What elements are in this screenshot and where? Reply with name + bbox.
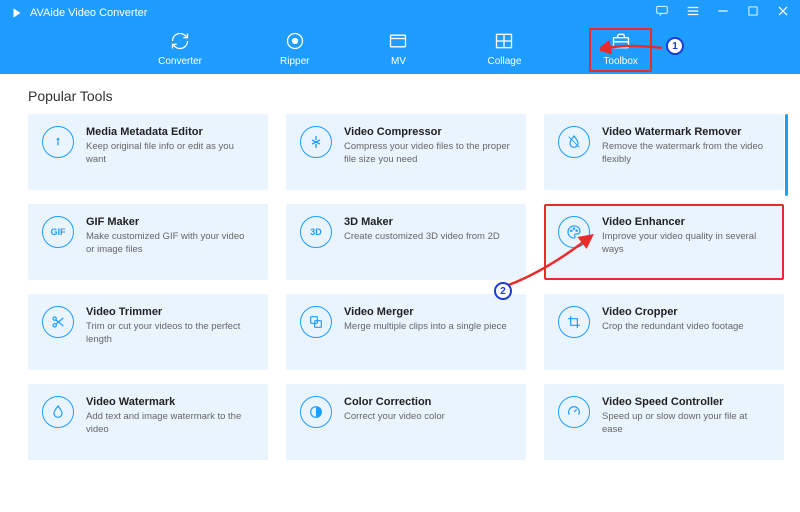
card-body: Video Trimmer Trim or cut your videos to … [86, 306, 254, 358]
minimize-icon[interactable] [716, 4, 730, 21]
tools-grid: Media Metadata Editor Keep original file … [28, 114, 778, 460]
tool-card-video-speed-controller[interactable]: Video Speed Controller Speed up or slow d… [544, 384, 784, 460]
merge-icon [300, 306, 332, 338]
app-title: AVAide Video Converter [30, 7, 147, 19]
card-body: Video Cropper Crop the redundant video fo… [602, 306, 744, 358]
card-desc: Correct your video color [344, 411, 445, 424]
card-desc: Create customized 3D video from 2D [344, 231, 500, 244]
card-title: Video Watermark [86, 396, 254, 408]
card-title: Video Speed Controller [602, 396, 770, 408]
card-body: Video Merger Merge multiple clips into a … [344, 306, 507, 358]
card-body: 3D Maker Create customized 3D video from … [344, 216, 500, 268]
tab-label: Collage [487, 56, 521, 67]
card-desc: Merge multiple clips into a single piece [344, 321, 507, 334]
tool-card-video-cropper[interactable]: Video Cropper Crop the redundant video fo… [544, 294, 784, 370]
tab-label: Toolbox [603, 56, 637, 67]
card-body: Video Speed Controller Speed up or slow d… [602, 396, 770, 448]
card-title: Media Metadata Editor [86, 126, 254, 138]
collage-icon [493, 31, 515, 51]
card-desc: Compress your video files to the proper … [344, 141, 512, 167]
GIF-icon: GIF [42, 216, 74, 248]
crop-icon [558, 306, 590, 338]
scissors-icon [42, 306, 74, 338]
card-desc: Trim or cut your videos to the perfect l… [86, 321, 254, 347]
card-desc: Remove the watermark from the video flex… [602, 141, 770, 167]
card-title: Video Compressor [344, 126, 512, 138]
window-controls [654, 4, 790, 21]
tab-converter[interactable]: Converter [148, 28, 212, 72]
feedback-icon[interactable] [654, 4, 670, 21]
info-icon [42, 126, 74, 158]
mv-icon [387, 31, 409, 51]
card-title: Video Cropper [602, 306, 744, 318]
tool-card-3d-maker[interactable]: 3D 3D Maker Create customized 3D video fro… [286, 204, 526, 280]
tool-card-video-enhancer[interactable]: Video Enhancer Improve your video quality… [544, 204, 784, 280]
drop-icon [42, 396, 74, 428]
maximize-icon[interactable] [746, 4, 760, 21]
ripper-icon [284, 31, 306, 51]
3D-icon: 3D [300, 216, 332, 248]
card-body: Media Metadata Editor Keep original file … [86, 126, 254, 178]
card-title: Video Watermark Remover [602, 126, 770, 138]
card-body: Video Watermark Add text and image waterm… [86, 396, 254, 448]
tab-mv[interactable]: MV [377, 28, 419, 72]
tab-label: Ripper [280, 56, 309, 67]
app-logo-icon [10, 6, 24, 20]
tool-card-video-trimmer[interactable]: Video Trimmer Trim or cut your videos to … [28, 294, 268, 370]
card-desc: Speed up or slow down your file at ease [602, 411, 770, 437]
card-desc: Make customized GIF with your video or i… [86, 231, 254, 257]
card-title: 3D Maker [344, 216, 500, 228]
tool-card-video-merger[interactable]: Video Merger Merge multiple clips into a … [286, 294, 526, 370]
toolbox-icon [610, 31, 632, 51]
vertical-scrollbar[interactable] [785, 114, 788, 196]
menu-icon[interactable] [686, 4, 700, 21]
speed-icon [558, 396, 590, 428]
compress-icon [300, 126, 332, 158]
card-body: Video Watermark Remover Remove the waterm… [602, 126, 770, 178]
tool-card-color-correction[interactable]: Color Correction Correct your video color [286, 384, 526, 460]
tool-card-video-watermark[interactable]: Video Watermark Add text and image waterm… [28, 384, 268, 460]
card-title: Video Enhancer [602, 216, 770, 228]
close-icon[interactable] [776, 4, 790, 21]
section-title: Popular Tools [0, 74, 800, 114]
palette-icon [558, 216, 590, 248]
droplet-icon [558, 126, 590, 158]
card-title: Video Trimmer [86, 306, 254, 318]
card-title: Color Correction [344, 396, 445, 408]
card-desc: Improve your video quality in several wa… [602, 231, 770, 257]
annotation-badge-1: 1 [666, 37, 684, 55]
card-body: GIF Maker Make customized GIF with your v… [86, 216, 254, 268]
tab-label: Converter [158, 56, 202, 67]
card-desc: Keep original file info or edit as you w… [86, 141, 254, 167]
card-body: Video Compressor Compress your video file… [344, 126, 512, 178]
card-body: Video Enhancer Improve your video quality… [602, 216, 770, 268]
tab-ripper[interactable]: Ripper [270, 28, 319, 72]
tab-collage[interactable]: Collage [477, 28, 531, 72]
annotation-badge-2: 2 [494, 282, 512, 300]
app-header: AVAide Video Converter Converter Ripper … [0, 0, 800, 74]
card-title: Video Merger [344, 306, 507, 318]
tool-card-media-metadata-editor[interactable]: Media Metadata Editor Keep original file … [28, 114, 268, 190]
card-title: GIF Maker [86, 216, 254, 228]
tab-toolbox[interactable]: Toolbox [589, 28, 651, 72]
color-icon [300, 396, 332, 428]
tab-label: MV [391, 56, 406, 67]
card-desc: Add text and image watermark to the vide… [86, 411, 254, 437]
tool-card-video-compressor[interactable]: Video Compressor Compress your video file… [286, 114, 526, 190]
card-desc: Crop the redundant video footage [602, 321, 744, 334]
card-body: Color Correction Correct your video color [344, 396, 445, 448]
tool-card-gif-maker[interactable]: GIF GIF Maker Make customized GIF with you… [28, 204, 268, 280]
tool-card-video-watermark-remover[interactable]: Video Watermark Remover Remove the waterm… [544, 114, 784, 190]
converter-icon [169, 31, 191, 51]
